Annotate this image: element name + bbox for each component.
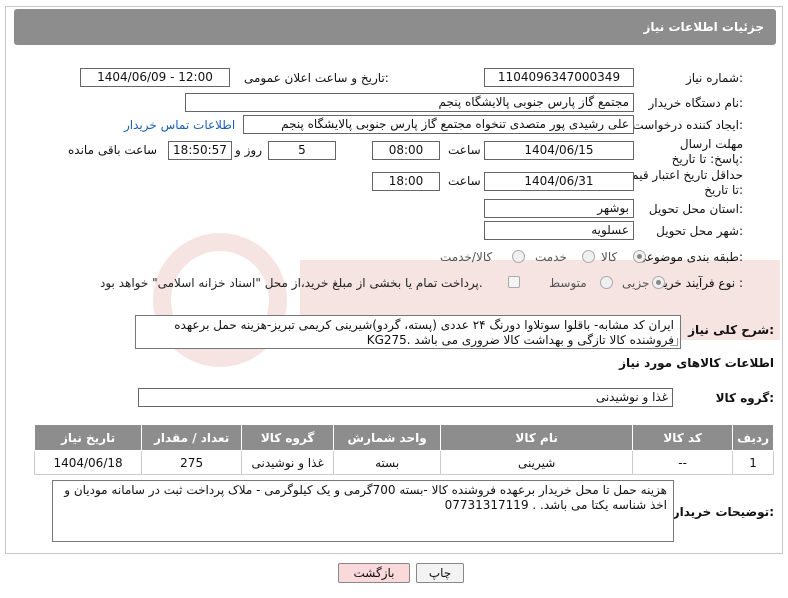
process-label: نوع فرآیند خرید : [658,276,743,290]
category-radio-goods-service[interactable] [512,250,525,263]
city-label: شهر محل تحویل: [656,224,743,238]
description-label: شرح کلی نیاز: [688,323,774,337]
cell-unit: بسته [333,450,442,475]
process-radio-minor[interactable] [652,276,665,289]
col-header-name: نام کالا [440,424,634,451]
category-option-goods-service: کالا/خدمت [440,250,493,264]
buyer-notes-text: هزینه حمل تا محل خریدار برعهده فروشنده ک… [64,483,667,512]
col-header-group: گروه کالا [241,424,335,451]
process-radio-medium[interactable] [600,276,613,289]
category-label: طبقه بندی موضوعی: [636,250,743,264]
treasury-payment-note: پرداخت تمام یا بخشی از مبلغ خرید،از محل … [100,276,483,290]
treasury-payment-checkbox[interactable] [508,276,520,288]
back-button[interactable]: بازگشت [338,563,410,583]
col-header-row: ردیف [732,424,774,451]
col-header-quantity: تعداد / مقدار [141,424,243,451]
price-validity-time-label: ساعت [448,174,481,188]
cell-name: شیرینی [440,450,634,475]
deadline-label: مهلت ارسال پاسخ: تا تاریخ: [671,137,743,166]
col-header-need-date: تاریخ نیاز [33,424,143,451]
city-field[interactable]: عسلویه [484,221,634,240]
price-validity-date-field[interactable]: 1404/06/31 [484,172,634,191]
resize-grip-icon[interactable] [670,338,678,346]
goods-info-title: اطلاعات کالاهای مورد نیاز [619,356,774,370]
cell-group: غذا و نوشیدنی [241,450,335,475]
remaining-time-label: ساعت باقی مانده [68,143,158,157]
price-validity-time-field[interactable]: 18:00 [372,172,440,191]
category-radio-service[interactable] [582,250,595,263]
col-header-unit: واحد شمارش [333,424,442,451]
process-option-medium: متوسط [549,276,587,290]
buyer-org-field[interactable]: مجتمع گاز پارس جنوبی پالایشگاه پنجم [185,93,634,112]
creator-field[interactable]: علی رشیدی پور متصدی تنخواه مجتمع گاز پار… [243,115,634,134]
items-table: ردیف کد کالا نام کالا واحد شمارش گروه کا… [33,424,774,475]
table-header-row: ردیف کد کالا نام کالا واحد شمارش گروه کا… [33,424,774,451]
description-textarea[interactable]: ایران کد مشابه- باقلوا سوتلاوا دورنگ ۲۴ … [135,315,681,349]
category-radio-goods[interactable] [633,250,646,263]
need-number-label: شماره نیاز: [685,71,743,85]
cell-row-number: 1 [732,450,774,475]
page-title: جزئیات اطلاعات نیاز [14,9,776,45]
goods-group-field[interactable]: غذا و نوشیدنی [138,388,673,407]
print-button[interactable]: چاپ [416,563,464,583]
deadline-date-field[interactable]: 1404/06/15 [484,141,634,160]
deadline-time-field[interactable]: 08:00 [372,141,440,160]
buyer-contact-link[interactable]: اطلاعات تماس خریدار [124,118,235,132]
buyer-notes-textarea[interactable]: هزینه حمل تا محل خریدار برعهده فروشنده ک… [52,480,674,542]
table-row[interactable]: 1 -- شیرینی بسته غذا و نوشیدنی 275 1404/… [33,450,774,475]
days-remaining-field[interactable]: 5 [268,141,336,160]
announce-datetime-field[interactable]: 1404/06/09 - 12:00 [80,68,230,87]
process-option-minor: جزیی [622,276,650,290]
col-header-code: کد کالا [632,424,734,451]
creator-label: ایجاد کننده درخواست: [632,118,743,132]
buyer-org-label: نام دستگاه خریدار: [648,96,744,110]
deadline-time-label: ساعت [448,143,481,157]
cell-need-date: 1404/06/18 [33,450,143,475]
cell-quantity: 275 [141,450,243,475]
cell-code: -- [632,450,734,475]
need-number-field[interactable]: 1104096347000349 [484,68,634,87]
description-text: ایران کد مشابه- باقلوا سوتلاوا دورنگ ۲۴ … [174,318,674,347]
remaining-time-field[interactable]: 18:50:57 [168,141,232,160]
province-field[interactable]: بوشهر [484,199,634,218]
announce-label: تاریخ و ساعت اعلان عمومی: [244,71,389,85]
days-label: روز و [235,143,262,157]
category-option-goods: کالا [601,250,618,264]
category-option-service: خدمت [535,250,567,264]
goods-group-label: گروه کالا: [715,391,774,405]
buyer-notes-label: توضیحات خریدار: [672,505,774,519]
province-label: استان محل تحویل: [648,202,743,216]
